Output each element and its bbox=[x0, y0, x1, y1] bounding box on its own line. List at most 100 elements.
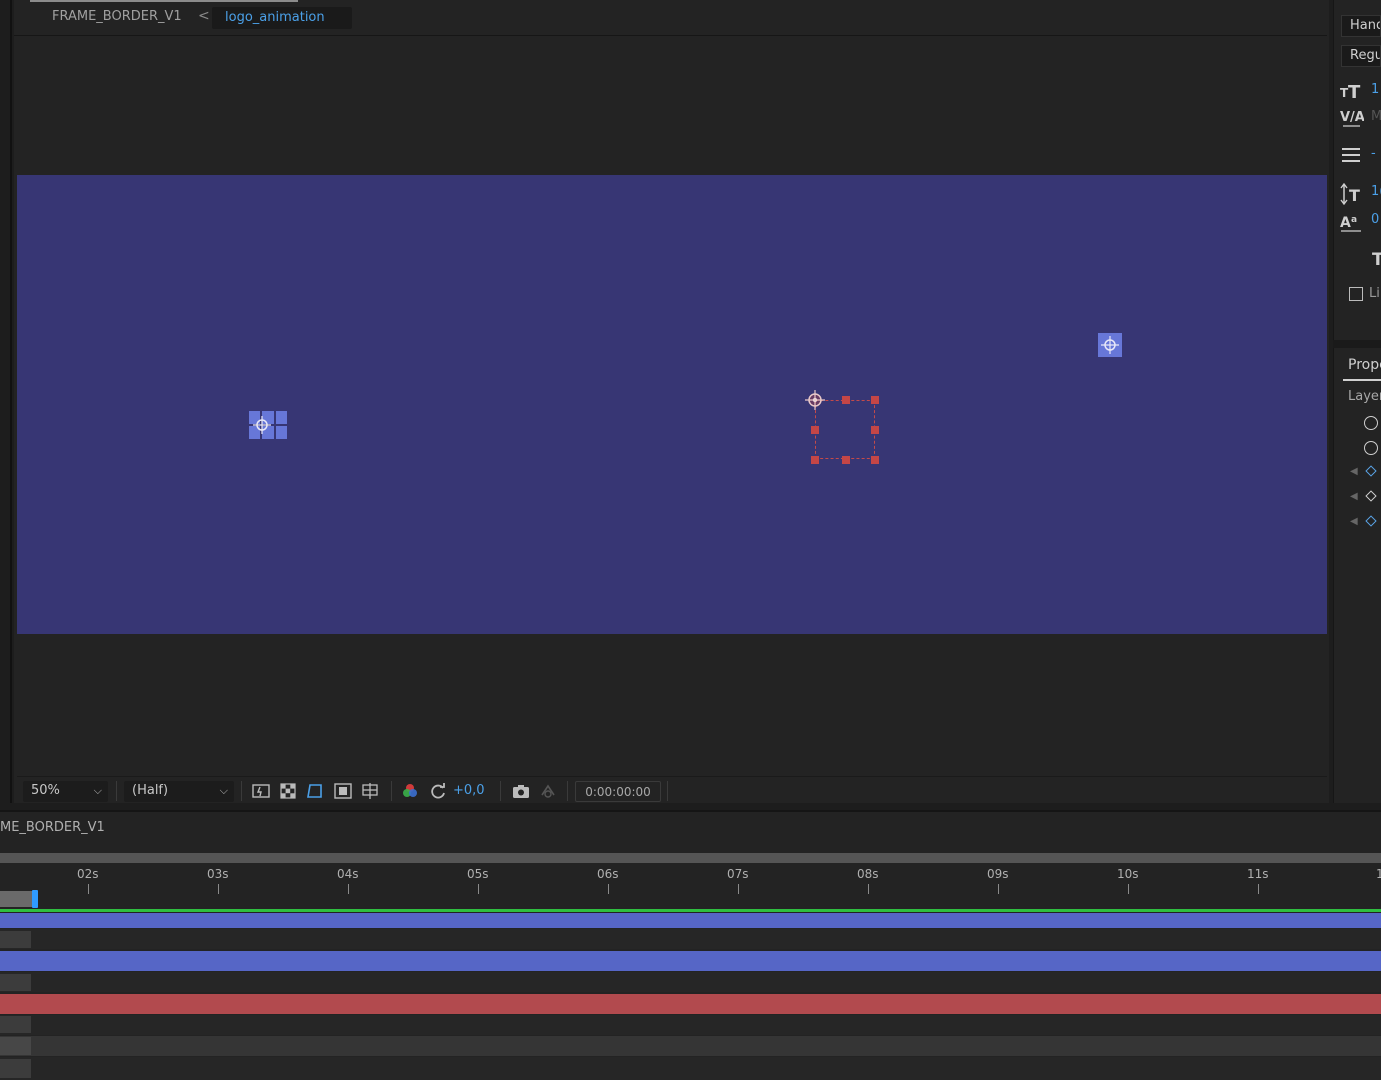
transform-handle-bottom-left[interactable] bbox=[811, 456, 819, 464]
cache-region bbox=[0, 891, 34, 907]
show-snapshot-icon[interactable] bbox=[538, 781, 558, 801]
breadcrumb-chevron-icon[interactable]: < bbox=[198, 8, 210, 24]
composition-tab-bar bbox=[14, 0, 1327, 36]
layer-duration-bar-blue[interactable] bbox=[0, 913, 1381, 928]
chevron-down-icon: ⌵ bbox=[219, 784, 228, 797]
ruler-tick-label: 08s bbox=[857, 867, 879, 881]
vertical-scale-icon: T bbox=[1340, 182, 1364, 206]
color-channel-icon[interactable] bbox=[400, 781, 420, 801]
anchor-point-icon[interactable] bbox=[804, 389, 826, 411]
anchor-point-icon[interactable] bbox=[1100, 335, 1120, 355]
track-stub bbox=[0, 1037, 31, 1055]
transform-handle-middle-right[interactable] bbox=[871, 426, 879, 434]
transform-handle-top-middle[interactable] bbox=[842, 396, 850, 404]
previous-keyframe-icon[interactable]: ◀ bbox=[1350, 491, 1358, 502]
font-family-field[interactable]: Hand bbox=[1341, 15, 1381, 37]
ruler-tick bbox=[998, 884, 999, 894]
track-row bbox=[0, 1057, 1381, 1080]
zoom-dropdown[interactable]: 50% ⌵ bbox=[23, 781, 108, 802]
kerning-icon: V/A bbox=[1340, 108, 1365, 130]
ruler-tick bbox=[868, 884, 869, 894]
tab-properties[interactable]: Prope bbox=[1348, 357, 1381, 373]
previous-keyframe-icon[interactable]: ◀ bbox=[1350, 516, 1358, 527]
current-time-display[interactable]: 0:00:00:00 bbox=[575, 781, 661, 802]
exposure-value[interactable]: +0,0 bbox=[453, 783, 485, 798]
chevron-down-icon: ⌵ bbox=[93, 784, 102, 797]
zoom-value: 50% bbox=[31, 783, 60, 798]
kerning-value[interactable]: M bbox=[1371, 109, 1381, 124]
layer-duration-bar-grey[interactable] bbox=[0, 1036, 1381, 1056]
ruler-tick-label: 09s bbox=[987, 867, 1009, 881]
transform-handle-top-right[interactable] bbox=[871, 396, 879, 404]
ruler-tick-label: 02s bbox=[77, 867, 99, 881]
previous-keyframe-icon[interactable]: ◀ bbox=[1350, 466, 1358, 477]
ruler-tick bbox=[88, 884, 89, 894]
current-time-indicator[interactable] bbox=[32, 890, 38, 908]
transform-handle-bottom-middle[interactable] bbox=[842, 456, 850, 464]
transform-handle-bottom-right[interactable] bbox=[871, 456, 879, 464]
ruler-tick-label: 10s bbox=[1117, 867, 1139, 881]
anchor-point-icon[interactable] bbox=[252, 415, 272, 435]
timeline-tab-title[interactable]: ME_BORDER_V1 bbox=[0, 820, 105, 835]
render-cache-bar bbox=[0, 909, 1381, 912]
track-stub bbox=[0, 1016, 31, 1033]
stopwatch-icon[interactable] bbox=[1364, 416, 1378, 430]
track-stub bbox=[0, 974, 31, 991]
work-area-bar[interactable] bbox=[0, 853, 1381, 863]
ruler-tick-label: 07s bbox=[727, 867, 749, 881]
selected-layer-bounds[interactable] bbox=[805, 390, 879, 464]
track-row bbox=[0, 1015, 1381, 1035]
leading-value[interactable]: - bbox=[1371, 146, 1376, 161]
leading-icon bbox=[1340, 146, 1364, 168]
transparency-grid-icon[interactable] bbox=[278, 781, 298, 801]
layer-bounds-right[interactable] bbox=[1098, 333, 1122, 357]
font-size-value[interactable]: 1 bbox=[1371, 82, 1379, 97]
breadcrumb-current-comp[interactable]: logo_animation bbox=[212, 7, 352, 29]
reset-exposure-icon[interactable] bbox=[428, 781, 448, 801]
ligatures-checkbox[interactable] bbox=[1349, 287, 1363, 301]
ruler-tick bbox=[608, 884, 609, 894]
ruler-tick-label: 11s bbox=[1247, 867, 1269, 881]
region-of-interest-icon[interactable] bbox=[333, 781, 353, 801]
layer-bounds-left[interactable] bbox=[249, 411, 287, 439]
baseline-shift-value[interactable]: 0 bbox=[1371, 212, 1379, 227]
ruler-tick bbox=[1258, 884, 1259, 894]
snapshot-icon[interactable] bbox=[511, 781, 531, 801]
faux-bold-icon[interactable]: T bbox=[1372, 250, 1381, 270]
ruler-tick bbox=[1128, 884, 1129, 894]
vertical-scale-value[interactable]: 1( bbox=[1371, 184, 1381, 199]
breadcrumb-parent-comp[interactable]: FRAME_BORDER_V1 bbox=[52, 9, 182, 24]
baseline-shift-icon: Aa bbox=[1340, 211, 1364, 233]
svg-text:T: T bbox=[1349, 186, 1360, 205]
ruler-tick-label: 03s bbox=[207, 867, 229, 881]
svg-text:V/A: V/A bbox=[1340, 110, 1364, 125]
preview-toggle-icon[interactable] bbox=[251, 781, 271, 801]
font-size-icon: TT bbox=[1340, 80, 1364, 103]
ruler-tick bbox=[738, 884, 739, 894]
ruler-tick-label: 06s bbox=[597, 867, 619, 881]
mask-path-visibility-icon[interactable] bbox=[305, 781, 325, 801]
svg-text:A: A bbox=[1340, 215, 1351, 231]
track-row bbox=[0, 929, 1381, 949]
transform-handle-middle-left[interactable] bbox=[811, 426, 819, 434]
font-style-field[interactable]: Regu bbox=[1341, 45, 1381, 67]
ruler-tick bbox=[218, 884, 219, 894]
layer-duration-bar-blue[interactable] bbox=[0, 951, 1381, 971]
ruler-tick-label: 05s bbox=[467, 867, 489, 881]
layer-section-label: Layer bbox=[1348, 389, 1381, 404]
left-panel-gutter bbox=[0, 0, 12, 803]
grid-guides-icon[interactable] bbox=[360, 781, 380, 801]
track-row bbox=[0, 972, 1381, 992]
stopwatch-icon[interactable] bbox=[1364, 441, 1378, 455]
track-stub bbox=[0, 931, 31, 948]
svg-text:a: a bbox=[1351, 215, 1357, 225]
active-tab-indicator bbox=[30, 0, 298, 2]
composition-canvas[interactable] bbox=[17, 175, 1327, 634]
ruler-tick bbox=[348, 884, 349, 894]
active-tab-indicator bbox=[1343, 379, 1381, 381]
layer-duration-bar-red[interactable] bbox=[0, 994, 1381, 1014]
panel-divider bbox=[1333, 340, 1381, 348]
ruler-tick-label: 1 bbox=[1376, 867, 1381, 881]
resolution-dropdown[interactable]: (Half) ⌵ bbox=[124, 781, 234, 802]
ligatures-label: Li bbox=[1369, 286, 1380, 301]
